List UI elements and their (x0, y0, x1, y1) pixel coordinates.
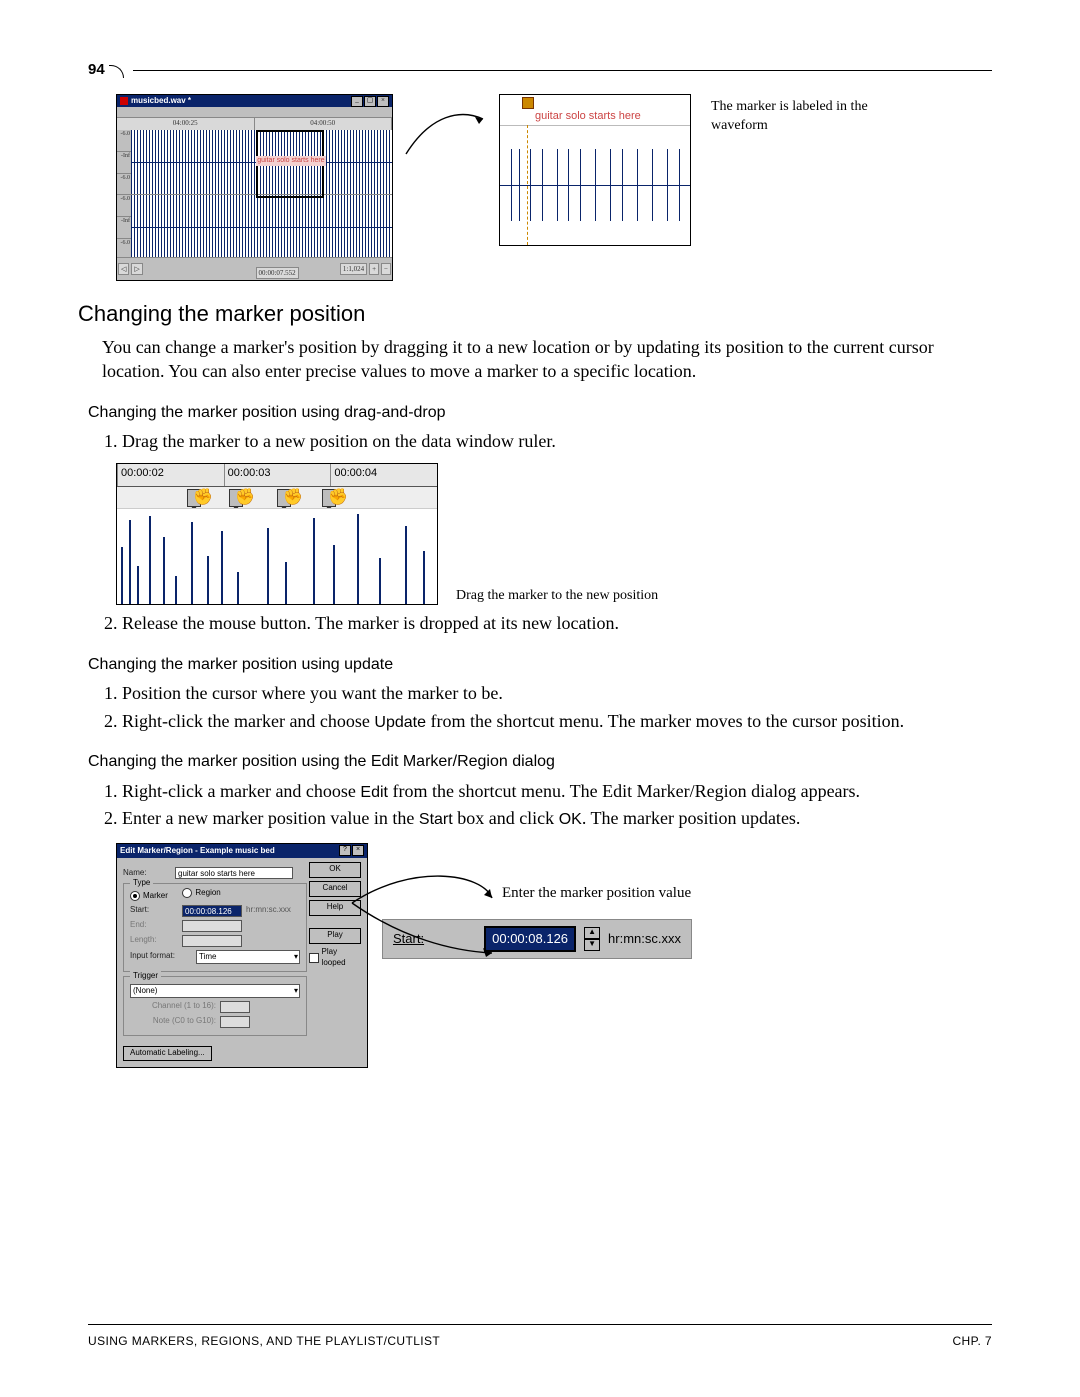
timeline-window: 00:00:02 00:00:03 00:00:04 ✊ ✊ ✊ ✊ (116, 463, 438, 605)
steps-dialog: Right-click a marker and choose Edit fro… (122, 779, 992, 831)
section-intro: You can change a marker's position by dr… (102, 335, 992, 384)
maximize-button[interactable]: ▢ (364, 96, 376, 107)
waveform-area[interactable]: guitar solo starts here (131, 130, 392, 260)
trigger-group-label: Trigger (130, 971, 161, 982)
page-number: 94 (88, 60, 105, 80)
figure-two: 00:00:02 00:00:03 00:00:04 ✊ ✊ ✊ ✊ (116, 463, 992, 605)
step: Right-click the marker and choose Update… (122, 709, 992, 734)
marker-icon[interactable] (522, 97, 534, 109)
radio-region[interactable]: Region (182, 888, 220, 899)
subsection-heading: Changing the marker position using updat… (88, 654, 992, 676)
callout-arrow (342, 843, 682, 973)
subsection-heading: Changing the marker position using the E… (88, 751, 992, 773)
step: Drag the marker to a new position on the… (122, 429, 992, 453)
start-field-callout: Enter the marker position value Start: 0… (382, 843, 722, 959)
marker-handle[interactable] (229, 489, 243, 507)
name-input[interactable]: guitar solo starts here (175, 867, 293, 879)
page-footer: USING MARKERS, REGIONS, AND THE PLAYLIST… (88, 1324, 992, 1349)
ruler-tick: 00:00:04 (330, 464, 437, 486)
toolbar (117, 107, 392, 118)
section-heading: Changing the marker position (78, 299, 992, 329)
steps-drag-cont: Release the mouse button. The marker is … (122, 611, 992, 635)
footer-right: CHP. 7 (952, 1333, 992, 1349)
note-input (220, 1016, 250, 1028)
start-label: Start: (130, 905, 178, 916)
note-label: Note (C0 to G10): (130, 1016, 216, 1027)
figure-three: Edit Marker/Region - Example music bed ?… (116, 843, 992, 1068)
page-header: 94 (88, 60, 992, 80)
end-input (182, 920, 242, 932)
zoom-button[interactable]: + (369, 263, 379, 275)
marker-handle[interactable] (187, 489, 201, 507)
marker-label[interactable]: guitar solo starts here (256, 156, 325, 165)
status-bar: ◁ ▷ 1:1,024 + − 00:00:07.552 (117, 257, 392, 280)
window-title: musicbed.wav * (131, 96, 191, 107)
channel-input (220, 1001, 250, 1013)
steps-update: Position the cursor where you want the m… (122, 681, 992, 733)
zoom-waveform (500, 125, 690, 245)
app-icon (120, 97, 128, 105)
transport-button[interactable]: ◁ (118, 263, 129, 275)
minimize-button[interactable]: _ (351, 96, 363, 107)
ruler-tick: 04:00:25 (117, 118, 255, 130)
input-format-select[interactable]: Time (196, 950, 300, 964)
time-ruler: 04:00:25 04:00:50 (117, 118, 392, 130)
marker-handle[interactable] (277, 489, 291, 507)
start-unit: hr:mn:sc.xxx (246, 905, 291, 916)
window-titlebar: musicbed.wav * _ ▢ × (117, 95, 392, 107)
length-label: Length: (130, 935, 178, 946)
figure-one: musicbed.wav * _ ▢ × 04:00:25 04:00:50 -… (116, 94, 992, 281)
footer-left: USING MARKERS, REGIONS, AND THE PLAYLIST… (88, 1333, 440, 1349)
ruler-tick: 00:00:03 (224, 464, 331, 486)
edit-marker-dialog: Edit Marker/Region - Example music bed ?… (116, 843, 368, 1068)
figure-caption: Drag the marker to the new position (456, 587, 658, 606)
header-rule (133, 70, 992, 71)
name-label: Name: (123, 868, 171, 879)
step: Right-click a marker and choose Edit fro… (122, 779, 992, 804)
transport-button[interactable]: ▷ (131, 263, 142, 275)
length-input (182, 935, 242, 947)
marker-handle[interactable] (322, 489, 336, 507)
end-label: End: (130, 920, 178, 931)
cursor-time: 00:00:07.552 (256, 267, 299, 279)
subsection-heading: Changing the marker position using drag-… (88, 402, 992, 424)
trigger-select[interactable]: (None) (130, 984, 300, 998)
radio-marker[interactable]: Marker (130, 891, 168, 902)
zoom-marker-label: guitar solo starts here (535, 109, 641, 124)
zoom-level: 1:1,024 (340, 263, 367, 275)
zoom-button[interactable]: − (381, 263, 391, 275)
timeline-waveform (117, 508, 437, 604)
steps-drag: Drag the marker to a new position on the… (122, 429, 992, 453)
input-format-label: Input format: (130, 951, 192, 962)
marker-lane[interactable]: ✊ ✊ ✊ ✊ (117, 487, 437, 510)
step: Release the mouse button. The marker is … (122, 611, 992, 635)
zoom-waveform-window: guitar solo starts here (499, 94, 691, 246)
step: Enter a new marker position value in the… (122, 806, 992, 831)
audio-data-window: musicbed.wav * _ ▢ × 04:00:25 04:00:50 -… (116, 94, 393, 281)
ruler-tick: 04:00:50 (255, 118, 393, 130)
start-input[interactable]: 00:00:08.126 (182, 905, 242, 917)
close-button[interactable]: × (377, 96, 389, 107)
callout-arrow (401, 94, 491, 244)
step: Position the cursor where you want the m… (122, 681, 992, 705)
header-ornament (109, 63, 129, 77)
ruler-tick: 00:00:02 (117, 464, 224, 486)
dialog-titlebar: Edit Marker/Region - Example music bed ?… (117, 844, 367, 858)
type-group-label: Type (130, 878, 153, 889)
amplitude-labels: -6.0 -Inf -6.0 -6.0 -Inf -6.0 (117, 130, 131, 260)
automatic-labeling-button[interactable]: Automatic Labeling... (123, 1046, 212, 1061)
timeline-ruler: 00:00:02 00:00:03 00:00:04 (117, 464, 437, 487)
figure-caption: The marker is labeled in the waveform (711, 98, 891, 136)
dialog-title: Edit Marker/Region - Example music bed (120, 846, 275, 857)
channel-label: Channel (1 to 16): (130, 1001, 216, 1012)
